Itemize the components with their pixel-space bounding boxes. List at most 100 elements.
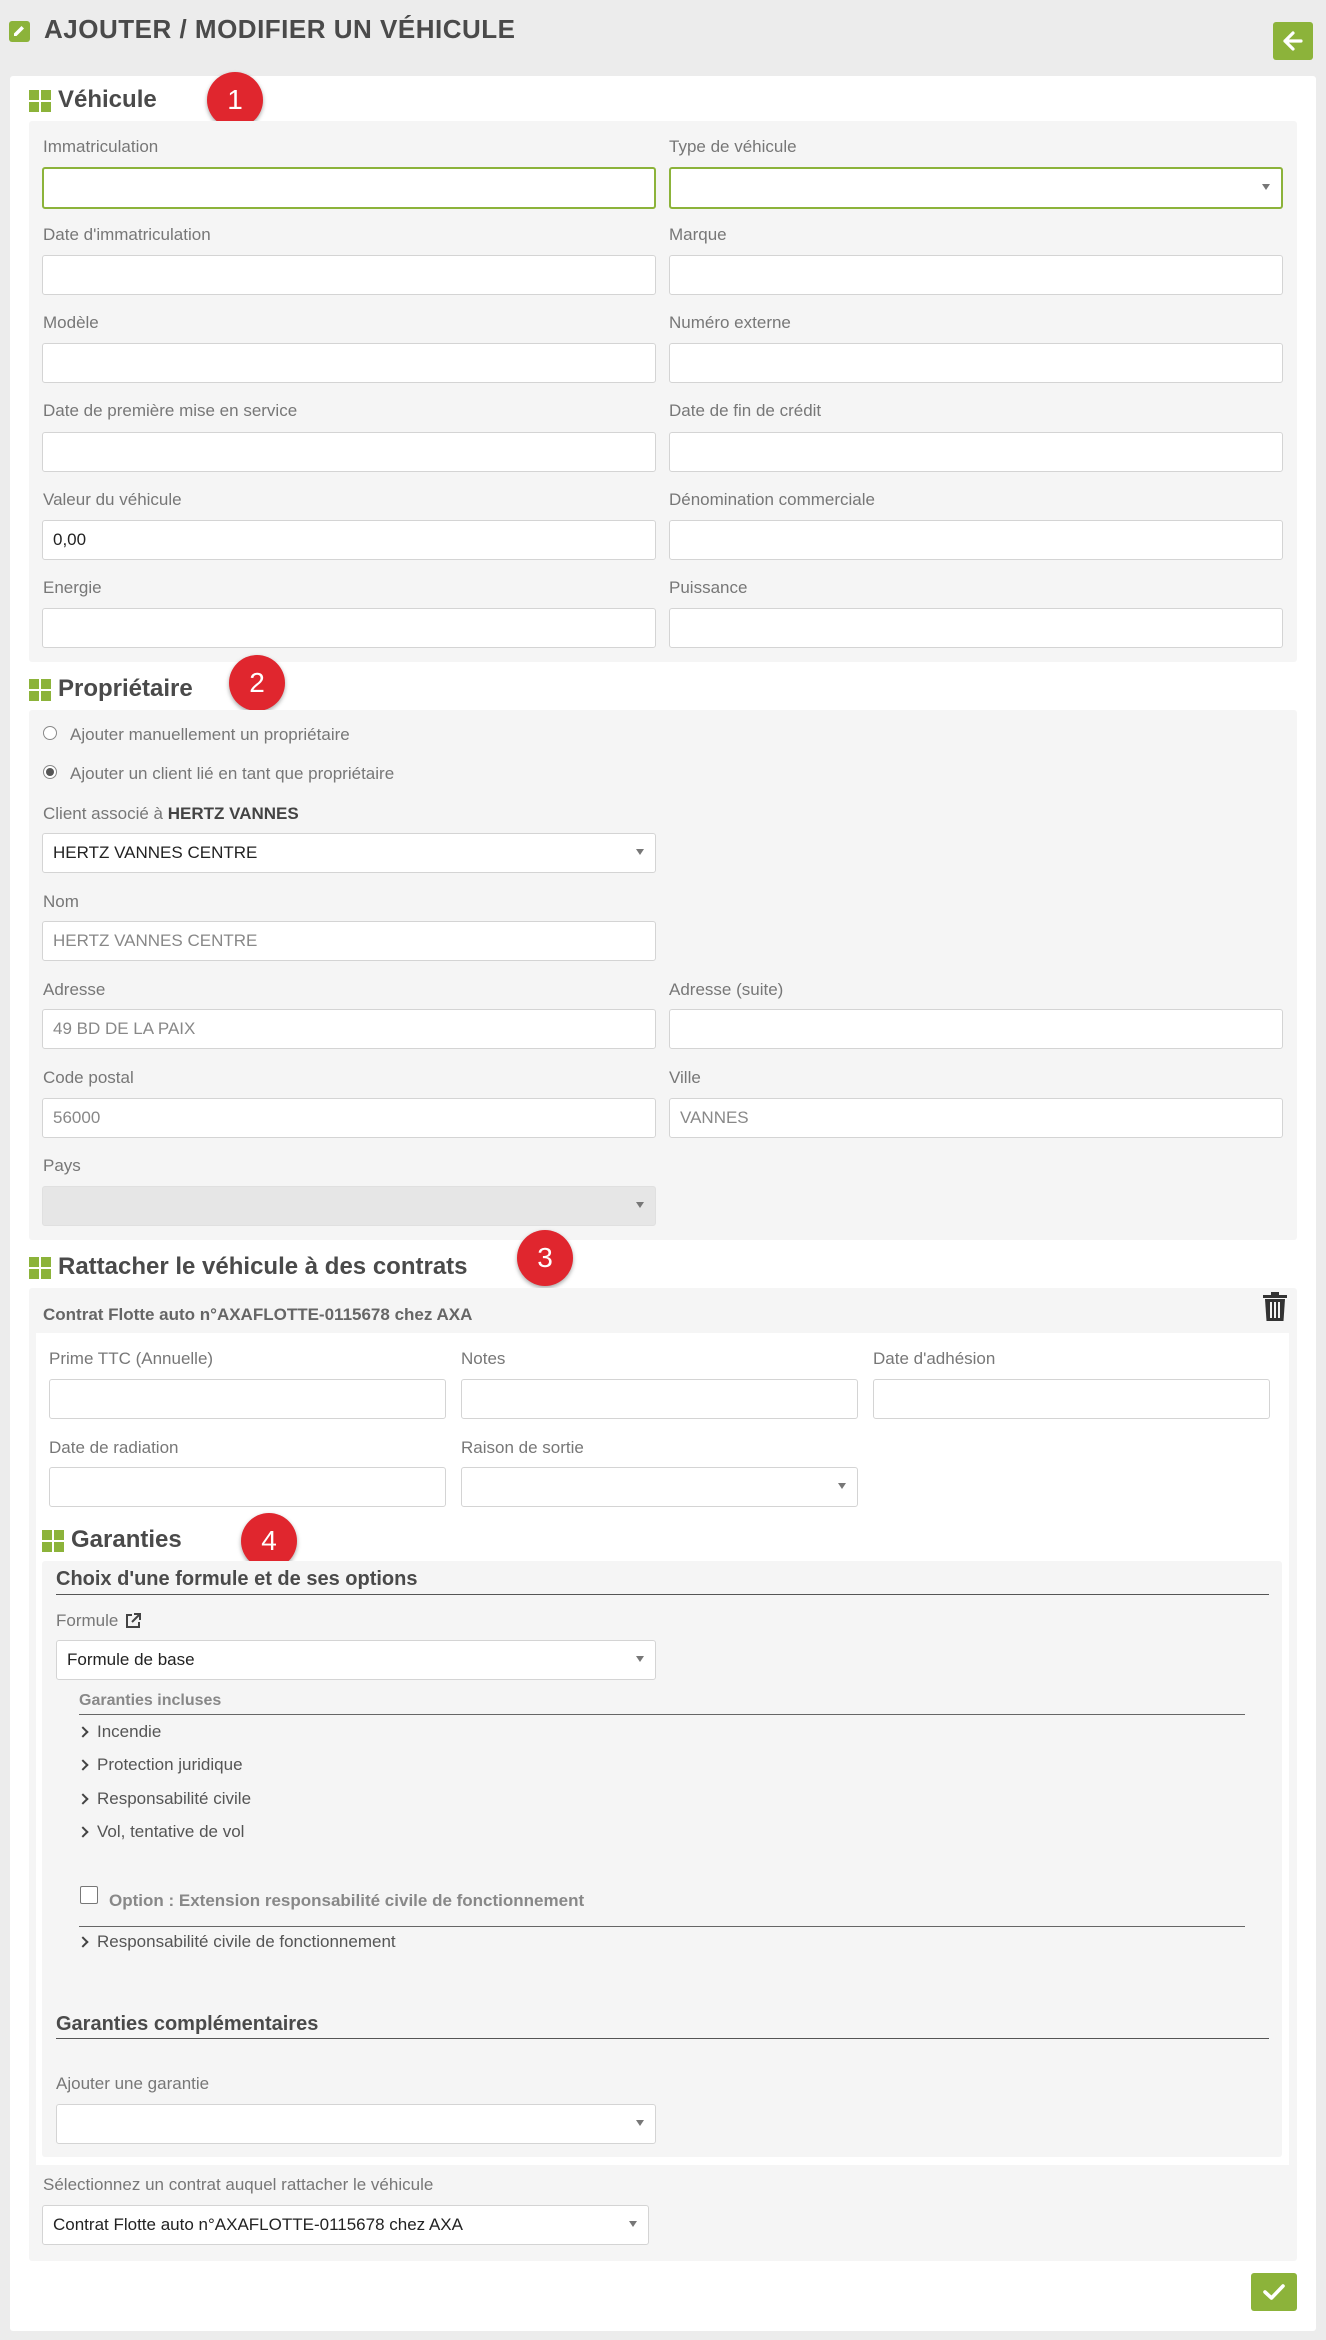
immatriculation-label: Immatriculation xyxy=(43,137,159,156)
step-badge-2: 2 xyxy=(229,655,285,711)
valeur-input[interactable]: 0,00 xyxy=(42,520,656,560)
formule-label: Formule xyxy=(56,1611,142,1631)
section-title-proprietaire: Propriétaire xyxy=(58,675,193,702)
client-associe-name: HERTZ VANNES xyxy=(167,804,299,823)
puissance-input[interactable] xyxy=(669,608,1283,648)
puissance-label: Puissance xyxy=(669,578,748,597)
date-fin-credit-input[interactable] xyxy=(669,432,1283,472)
trash-icon[interactable] xyxy=(1262,1292,1288,1327)
contract-title: Contrat Flotte auto n°AXAFLOTTE-0115678 … xyxy=(43,1305,473,1324)
nom-input[interactable]: HERTZ VANNES CENTRE xyxy=(42,921,656,961)
chevron-right-icon xyxy=(77,1936,89,1948)
adresse-label: Adresse xyxy=(43,980,106,999)
external-link-icon[interactable] xyxy=(124,1612,142,1630)
chevron-right-icon xyxy=(77,1726,89,1738)
type-vehicule-label: Type de véhicule xyxy=(669,137,797,156)
chevron-right-icon xyxy=(77,1826,89,1838)
client-associe-label: Client associé à HERTZ VANNES xyxy=(43,804,299,824)
chevron-down-icon xyxy=(636,1202,644,1208)
client-associe-select[interactable]: HERTZ VANNES CENTRE xyxy=(42,833,656,873)
divider xyxy=(79,1926,1245,1927)
date-adhesion-input[interactable] xyxy=(873,1379,1270,1419)
date-immatriculation-input[interactable] xyxy=(42,255,656,295)
chevron-right-icon xyxy=(77,1759,89,1771)
formule-label-text: Formule xyxy=(56,1611,119,1630)
select-contrat-select[interactable]: Contrat Flotte auto n°AXAFLOTTE-0115678 … xyxy=(42,2205,649,2245)
arrow-left-icon xyxy=(1283,31,1303,51)
garantie-item-label: Protection juridique xyxy=(97,1755,243,1774)
section-title-garanties: Garanties xyxy=(71,1526,182,1553)
code-postal-label: Code postal xyxy=(43,1068,134,1087)
option-item-label: Responsabilité civile de fonctionnement xyxy=(97,1932,396,1951)
energie-label: Energie xyxy=(43,578,102,597)
prime-label: Prime TTC (Annuelle) xyxy=(49,1349,214,1368)
prime-input[interactable] xyxy=(49,1379,446,1419)
section-grid-icon xyxy=(42,1530,64,1552)
date-immatriculation-label: Date d'immatriculation xyxy=(43,225,211,244)
formule-select[interactable]: Formule de base xyxy=(56,1640,656,1680)
immatriculation-input[interactable] xyxy=(42,167,656,209)
type-vehicule-select[interactable] xyxy=(669,167,1283,209)
radio-client[interactable] xyxy=(43,765,57,779)
section-title-contrats: Rattacher le véhicule à des contrats xyxy=(58,1253,468,1280)
garantie-item[interactable]: Responsabilité civile xyxy=(77,1789,252,1809)
marque-input[interactable] xyxy=(669,255,1283,295)
chevron-down-icon xyxy=(636,1656,644,1662)
notes-input[interactable] xyxy=(461,1379,858,1419)
date-adhesion-label: Date d'adhésion xyxy=(873,1349,996,1368)
modele-label: Modèle xyxy=(43,313,99,332)
energie-input[interactable] xyxy=(42,608,656,648)
garantie-item[interactable]: Vol, tentative de vol xyxy=(77,1822,245,1842)
numero-externe-input[interactable] xyxy=(669,343,1283,383)
date-premiere-mise-input[interactable] xyxy=(42,432,656,472)
adresse-suite-input[interactable] xyxy=(669,1009,1283,1049)
save-button[interactable] xyxy=(1251,2273,1297,2311)
raison-sortie-select[interactable] xyxy=(461,1467,858,1507)
ville-label: Ville xyxy=(669,1068,701,1087)
select-contrat-label: Sélectionnez un contrat auquel rattacher… xyxy=(43,2175,434,2194)
chevron-down-icon xyxy=(838,1483,846,1489)
date-radiation-input[interactable] xyxy=(49,1467,446,1507)
code-postal-input[interactable]: 56000 xyxy=(42,1098,656,1138)
ville-input[interactable]: VANNES xyxy=(669,1098,1283,1138)
choix-formule-title: Choix d'une formule et de ses options xyxy=(56,1568,418,1590)
adresse-input[interactable]: 49 BD DE LA PAIX xyxy=(42,1009,656,1049)
check-icon xyxy=(1263,2284,1285,2300)
garantie-item-label: Vol, tentative de vol xyxy=(97,1822,245,1841)
notes-label: Notes xyxy=(461,1349,506,1368)
chevron-down-icon xyxy=(1262,184,1270,190)
date-premiere-mise-label: Date de première mise en service xyxy=(43,401,298,420)
section-grid-icon xyxy=(29,679,51,701)
radio-manual[interactable] xyxy=(43,726,57,740)
ajouter-garantie-select[interactable] xyxy=(56,2104,656,2144)
pays-select[interactable] xyxy=(42,1186,656,1226)
date-fin-credit-label: Date de fin de crédit xyxy=(669,401,822,420)
raison-sortie-label: Raison de sortie xyxy=(461,1438,584,1457)
chevron-right-icon xyxy=(77,1793,89,1805)
divider xyxy=(79,1714,1245,1715)
step-badge-3: 3 xyxy=(517,1230,573,1286)
adresse-suite-label: Adresse (suite) xyxy=(669,980,784,999)
divider xyxy=(56,1594,1269,1595)
denomination-input[interactable] xyxy=(669,520,1283,560)
garantie-item-label: Responsabilité civile xyxy=(97,1789,252,1808)
back-button[interactable] xyxy=(1273,22,1313,60)
ajouter-garantie-label: Ajouter une garantie xyxy=(56,2074,210,2093)
garantie-item[interactable]: Incendie xyxy=(77,1722,162,1742)
option-item[interactable]: Responsabilité civile de fonctionnement xyxy=(77,1932,396,1952)
garantie-item[interactable]: Protection juridique xyxy=(77,1755,243,1775)
marque-label: Marque xyxy=(669,225,727,244)
option-label: Option : Extension responsabilité civile… xyxy=(109,1891,585,1910)
garantie-item-label: Incendie xyxy=(97,1722,162,1741)
radio-manual-label: Ajouter manuellement un propriétaire xyxy=(70,725,350,744)
option-checkbox[interactable] xyxy=(80,1886,98,1904)
section-title-vehicule: Véhicule xyxy=(58,86,157,113)
garanties-complementaires-title: Garanties complémentaires xyxy=(56,2013,319,2035)
step-badge-1: 1 xyxy=(207,72,263,128)
pays-label: Pays xyxy=(43,1156,81,1175)
divider xyxy=(56,2038,1269,2039)
nom-label: Nom xyxy=(43,892,79,911)
edit-icon xyxy=(9,21,30,42)
page-title: AJOUTER / MODIFIER UN VÉHICULE xyxy=(44,14,516,44)
modele-input[interactable] xyxy=(42,343,656,383)
